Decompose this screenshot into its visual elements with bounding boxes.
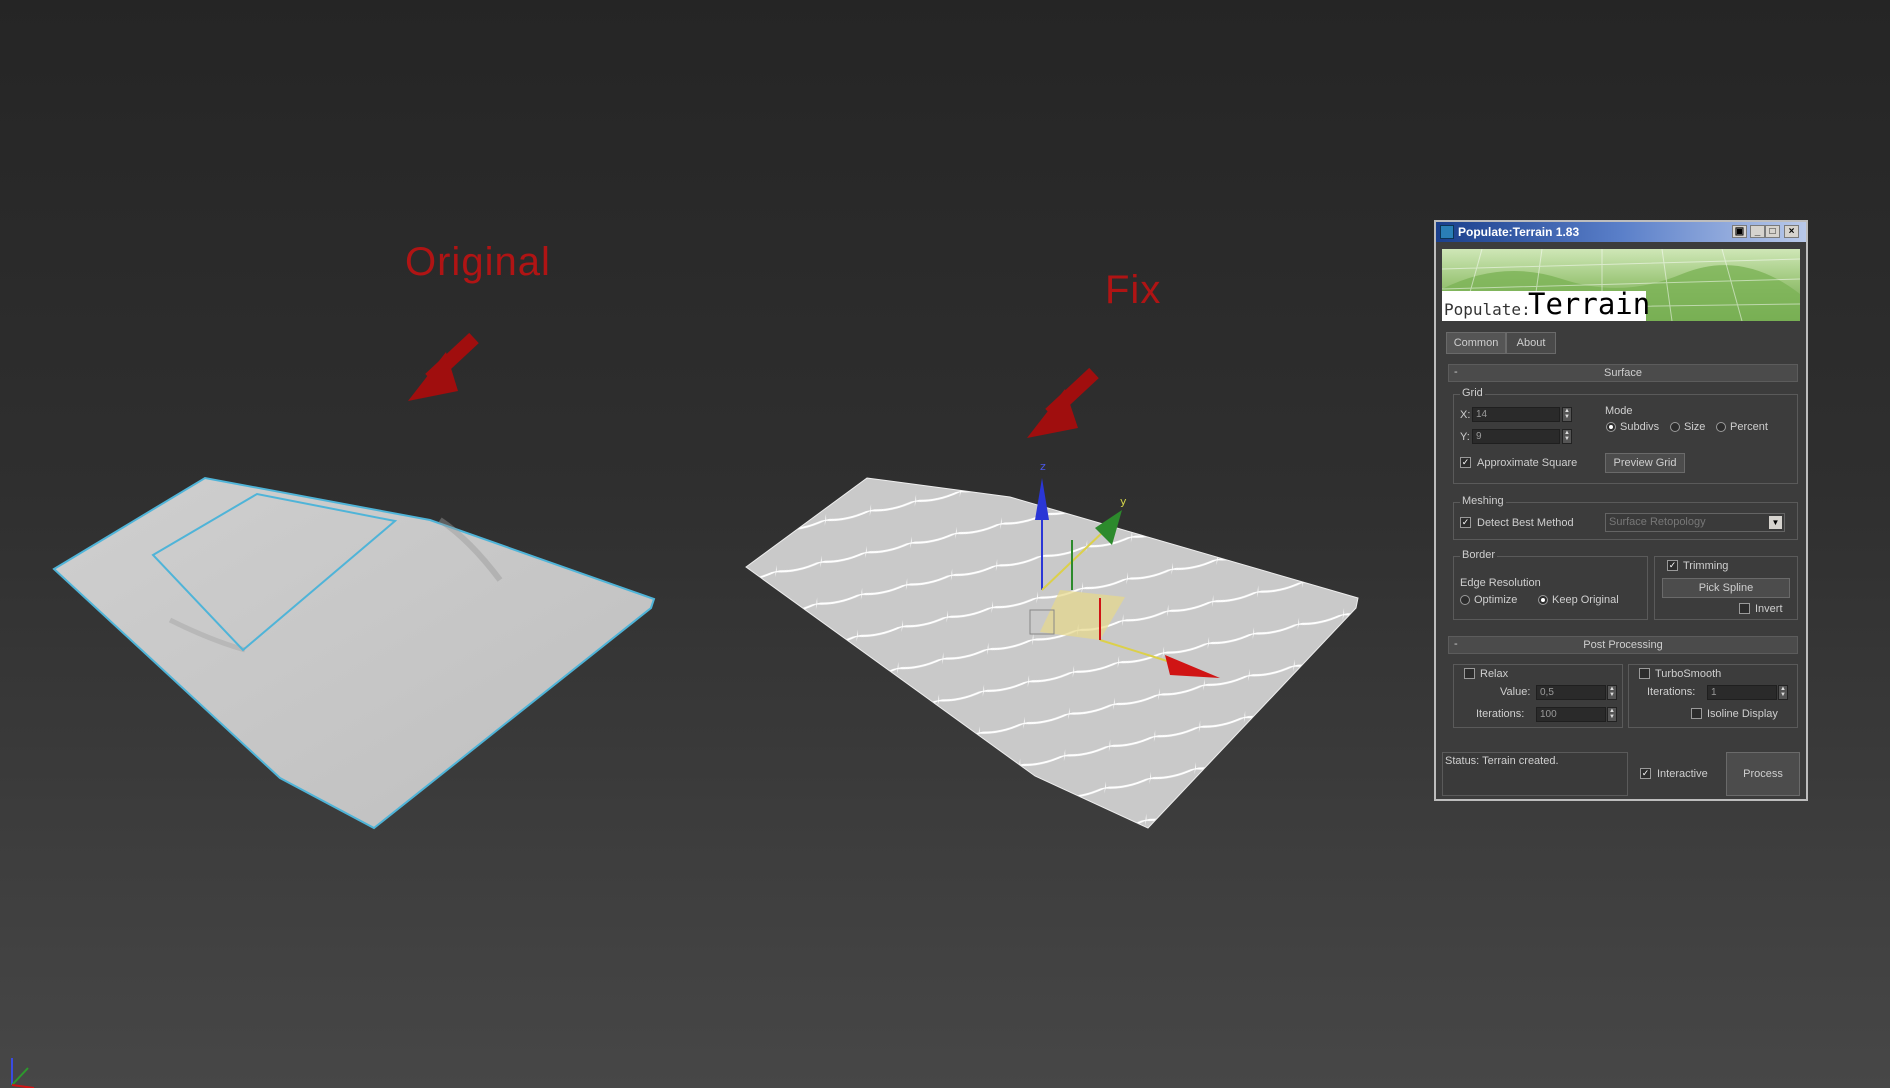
chevron-down-icon[interactable]: ▼ [1769, 516, 1782, 529]
surface-title: Surface [1604, 367, 1642, 379]
minimize-icon[interactable]: _ [1750, 225, 1765, 238]
relax-checkbox[interactable] [1464, 668, 1475, 679]
keep-original-label: Keep Original [1552, 594, 1619, 606]
annotation-arrow-fix [1027, 367, 1099, 438]
grid-label: Grid [1460, 387, 1485, 399]
approx-square-label: Approximate Square [1477, 457, 1578, 469]
mode-subdivs-radio[interactable] [1606, 422, 1616, 432]
mode-size-label: Size [1684, 421, 1706, 433]
turbosmooth-group: TurboSmooth Iterations: 1 ▲ ▼ Isoline Dis… [1628, 664, 1798, 728]
fix-label: Fix [1105, 268, 1162, 312]
annotation-arrow-original [408, 332, 479, 401]
relax-value-input[interactable]: 0,5 [1536, 685, 1606, 700]
relax-value-spinner[interactable]: ▲ ▼ [1607, 685, 1617, 700]
mode-label: Mode [1605, 405, 1633, 417]
y-axis-label: y [1120, 495, 1127, 508]
detect-best-label: Detect Best Method [1477, 517, 1574, 529]
relax-group: Relax Value: 0,5 ▲ ▼ Iterations: 100 ▲ ▼ [1453, 664, 1623, 728]
pick-spline-button[interactable]: Pick Spline [1662, 578, 1790, 598]
original-surface [52, 476, 656, 830]
terrain-banner: Populate: Terrain [1442, 249, 1800, 321]
y-label: Y: [1460, 431, 1470, 443]
banner-big-text: Terrain [1528, 287, 1651, 321]
turbosmooth-iterations-input[interactable]: 1 [1707, 685, 1777, 700]
mode-subdivs-label: Subdivs [1620, 421, 1660, 433]
relax-iterations-label: Iterations: [1476, 708, 1525, 720]
x-label: X: [1460, 409, 1471, 421]
mode-size-radio[interactable] [1670, 422, 1680, 432]
surface-rollout-header[interactable]: - Surface [1448, 364, 1798, 382]
border-group: Border Edge Resolution Optimize Keep Ori… [1453, 549, 1648, 620]
grid-group: Grid X: 14 ▲ ▼ Y: 9 ▲ ▼ ✓ Approximate Squa… [1453, 387, 1798, 484]
x-spinner[interactable]: ▲ ▼ [1562, 407, 1572, 422]
z-axis-label: z [1040, 460, 1046, 473]
turbosmooth-label: TurboSmooth [1655, 668, 1722, 680]
restore-icon[interactable]: ▣ [1732, 225, 1747, 238]
axis-tripod-icon [11, 1058, 35, 1088]
border-label: Border [1460, 549, 1498, 561]
trimming-group: ✓ Trimming Pick Spline Invert [1654, 556, 1798, 620]
relax-label: Relax [1480, 668, 1509, 680]
trimming-label: Trimming [1683, 560, 1729, 572]
relax-value-label: Value: [1500, 686, 1531, 698]
meshing-group: Meshing ✓ Detect Best Method Surface Ret… [1453, 495, 1798, 540]
y-spinner[interactable]: ▲ ▼ [1562, 429, 1572, 444]
post-processing-title: Post Processing [1583, 639, 1663, 651]
dialog-title: Populate:Terrain 1.83 [1458, 225, 1580, 239]
banner-small-text: Populate: [1444, 300, 1531, 319]
tab-common[interactable]: Common [1446, 332, 1506, 354]
tab-about[interactable]: About [1506, 332, 1556, 354]
mode-percent-label: Percent [1730, 421, 1768, 433]
edge-resolution-label: Edge Resolution [1460, 577, 1541, 589]
mode-percent-radio[interactable] [1716, 422, 1726, 432]
isoline-checkbox[interactable] [1691, 708, 1702, 719]
status-box: Status: Terrain created. [1442, 752, 1628, 796]
turbosmooth-iterations-spinner[interactable]: ▲ ▼ [1778, 685, 1788, 700]
trimming-checkbox[interactable]: ✓ [1667, 560, 1678, 571]
isoline-label: Isoline Display [1707, 708, 1778, 720]
fixed-surface [745, 477, 1359, 829]
invert-checkbox[interactable] [1739, 603, 1750, 614]
process-button[interactable]: Process [1726, 752, 1800, 796]
meshing-label: Meshing [1460, 495, 1506, 507]
relax-iterations-spinner[interactable]: ▲ ▼ [1607, 707, 1617, 722]
turbosmooth-checkbox[interactable] [1639, 668, 1650, 679]
approx-square-checkbox[interactable]: ✓ [1460, 457, 1471, 468]
meshing-method-value: Surface Retopology [1609, 516, 1706, 528]
z-axis-arrow[interactable] [1035, 478, 1049, 520]
x-input[interactable]: 14 [1472, 407, 1560, 422]
interactive-checkbox[interactable]: ✓ [1640, 768, 1651, 779]
relax-iterations-input[interactable]: 100 [1536, 707, 1606, 722]
detect-best-checkbox[interactable]: ✓ [1460, 517, 1471, 528]
status-text: Status: Terrain created. [1445, 755, 1559, 767]
keep-original-radio[interactable] [1538, 595, 1548, 605]
meshing-method-dropdown[interactable]: Surface Retopology ▼ [1605, 513, 1785, 532]
interactive-label: Interactive [1657, 768, 1708, 780]
post-processing-rollout-header[interactable]: - Post Processing [1448, 636, 1798, 654]
original-label: Original [405, 240, 551, 284]
app-icon [1440, 225, 1454, 239]
dialog-titlebar[interactable]: Populate:Terrain 1.83 ▣ _ □ × [1436, 222, 1806, 242]
invert-label: Invert [1755, 603, 1783, 615]
optimize-label: Optimize [1474, 594, 1518, 606]
maximize-icon[interactable]: □ [1765, 225, 1780, 238]
optimize-radio[interactable] [1460, 595, 1470, 605]
turbosmooth-iterations-label: Iterations: [1647, 686, 1696, 698]
populate-terrain-dialog: Populate:Terrain 1.83 ▣ _ □ × Populate: … [1434, 220, 1808, 801]
y-input[interactable]: 9 [1472, 429, 1560, 444]
preview-grid-button[interactable]: Preview Grid [1605, 453, 1685, 473]
close-icon[interactable]: × [1784, 225, 1799, 238]
